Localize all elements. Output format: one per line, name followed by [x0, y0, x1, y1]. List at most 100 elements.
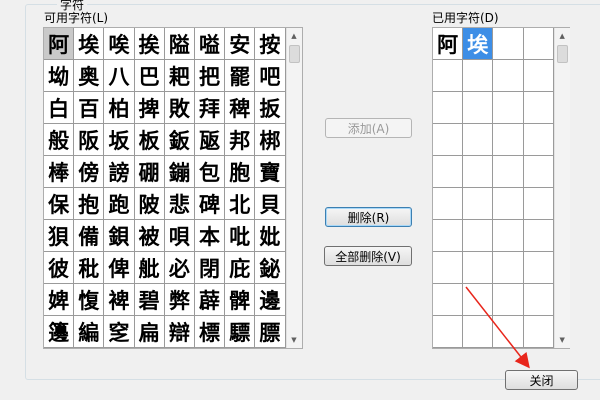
used-char-cell[interactable]: [493, 60, 524, 92]
available-char-cell[interactable]: 彼: [44, 252, 75, 284]
used-char-cell[interactable]: [493, 92, 524, 124]
used-scrollbar[interactable]: ▲ ▼: [553, 28, 570, 348]
used-char-cell[interactable]: [433, 92, 464, 124]
used-char-cell[interactable]: [433, 220, 464, 252]
available-char-cell[interactable]: 陂: [134, 188, 165, 220]
available-char-cell[interactable]: 寶: [255, 156, 286, 188]
delete-button[interactable]: 删除(R): [325, 207, 412, 227]
available-char-cell[interactable]: 必: [164, 252, 195, 284]
available-char-cell[interactable]: 抱: [74, 188, 105, 220]
used-char-cell[interactable]: [433, 60, 464, 92]
available-char-cell[interactable]: 窆: [104, 316, 135, 348]
used-char-cell[interactable]: [433, 316, 464, 348]
scroll-up-arrow-icon[interactable]: ▲: [555, 28, 570, 44]
available-chars-grid[interactable]: 阿埃唉挨隘嗌安按坳奥八巴耙把罷吧白百柏捭敗拜稗扳般阪坂板鈑瓪邦梆棒傍謗硼鏰包胞寶…: [43, 27, 303, 349]
used-char-cell[interactable]: [523, 284, 554, 316]
available-char-cell[interactable]: 妣: [255, 220, 286, 252]
used-char-cell[interactable]: [523, 60, 554, 92]
available-char-cell[interactable]: 胞: [225, 156, 256, 188]
available-char-cell[interactable]: 耙: [164, 60, 195, 92]
available-char-cell[interactable]: 百: [74, 92, 105, 124]
used-char-cell[interactable]: [433, 284, 464, 316]
available-char-cell[interactable]: 扁: [134, 316, 165, 348]
available-char-cell[interactable]: 巴: [134, 60, 165, 92]
used-char-cell[interactable]: [493, 156, 524, 188]
used-chars-grid[interactable]: 阿埃 ▲ ▼: [432, 27, 570, 349]
available-char-cell[interactable]: 硼: [134, 156, 165, 188]
available-char-cell[interactable]: 板: [134, 124, 165, 156]
used-char-cell[interactable]: [463, 188, 494, 220]
used-char-cell[interactable]: [493, 284, 524, 316]
scroll-thumb[interactable]: [288, 45, 300, 63]
available-char-cell[interactable]: 被: [134, 220, 165, 252]
available-char-cell[interactable]: 白: [44, 92, 75, 124]
used-char-cell[interactable]: [463, 124, 494, 156]
available-char-cell[interactable]: 阪: [74, 124, 105, 156]
available-char-cell[interactable]: 挨: [134, 28, 165, 60]
available-char-cell[interactable]: 邦: [225, 124, 256, 156]
available-char-cell[interactable]: 阿: [44, 28, 75, 60]
used-char-cell[interactable]: [493, 188, 524, 220]
available-char-cell[interactable]: 把: [194, 60, 226, 92]
available-char-cell[interactable]: 驃: [225, 316, 256, 348]
used-char-cell[interactable]: [433, 156, 464, 188]
available-char-cell[interactable]: 鉍: [255, 252, 286, 284]
available-char-cell[interactable]: 敗: [164, 92, 195, 124]
used-char-cell[interactable]: [463, 92, 494, 124]
available-char-cell[interactable]: 吧: [255, 60, 286, 92]
used-char-cell[interactable]: [493, 220, 524, 252]
used-char-cell[interactable]: [433, 252, 464, 284]
available-char-cell[interactable]: 棒: [44, 156, 75, 188]
used-char-cell[interactable]: [493, 316, 524, 348]
used-char-cell[interactable]: [493, 252, 524, 284]
available-char-cell[interactable]: 髀: [225, 284, 256, 316]
available-char-cell[interactable]: 本: [194, 220, 226, 252]
available-char-cell[interactable]: 吡: [225, 220, 256, 252]
available-char-cell[interactable]: 埃: [74, 28, 105, 60]
used-char-cell[interactable]: [463, 220, 494, 252]
used-char-cell[interactable]: [523, 316, 554, 348]
used-char-cell[interactable]: [463, 284, 494, 316]
available-char-cell[interactable]: 傍: [74, 156, 105, 188]
available-char-cell[interactable]: 瓪: [194, 124, 226, 156]
available-char-cell[interactable]: 嗌: [194, 28, 226, 60]
available-char-cell[interactable]: 唄: [164, 220, 195, 252]
available-char-cell[interactable]: 安: [225, 28, 256, 60]
available-char-cell[interactable]: 按: [255, 28, 286, 60]
available-char-cell[interactable]: 貝: [255, 188, 286, 220]
used-char-cell[interactable]: [523, 124, 554, 156]
close-button[interactable]: 关闭: [505, 370, 578, 390]
available-char-cell[interactable]: 薜: [194, 284, 226, 316]
available-char-cell[interactable]: 庇: [225, 252, 256, 284]
used-char-cell[interactable]: [523, 220, 554, 252]
used-char-cell[interactable]: [523, 252, 554, 284]
used-char-cell[interactable]: 埃: [463, 28, 494, 60]
used-char-cell[interactable]: [463, 60, 494, 92]
available-char-cell[interactable]: 罷: [225, 60, 256, 92]
used-char-cell[interactable]: [463, 316, 494, 348]
available-char-cell[interactable]: 標: [194, 316, 226, 348]
available-char-cell[interactable]: 梆: [255, 124, 286, 156]
available-char-cell[interactable]: 編: [74, 316, 105, 348]
available-char-cell[interactable]: 邊: [255, 284, 286, 316]
available-char-cell[interactable]: 謗: [104, 156, 135, 188]
used-char-cell[interactable]: [493, 124, 524, 156]
available-char-cell[interactable]: 唉: [104, 28, 135, 60]
available-char-cell[interactable]: 碑: [194, 188, 226, 220]
available-char-cell[interactable]: 北: [225, 188, 256, 220]
available-char-cell[interactable]: 婢: [44, 284, 75, 316]
available-char-cell[interactable]: 備: [74, 220, 105, 252]
available-char-cell[interactable]: 奥: [74, 60, 105, 92]
available-char-cell[interactable]: 閉: [194, 252, 226, 284]
available-char-cell[interactable]: 愎: [74, 284, 105, 316]
used-char-cell[interactable]: [463, 252, 494, 284]
scroll-up-arrow-icon[interactable]: ▲: [287, 28, 302, 44]
available-char-cell[interactable]: 狽: [44, 220, 75, 252]
available-char-cell[interactable]: 鏰: [164, 156, 195, 188]
available-char-cell[interactable]: 柏: [104, 92, 135, 124]
available-char-cell[interactable]: 隘: [164, 28, 195, 60]
used-char-cell[interactable]: [433, 124, 464, 156]
available-char-cell[interactable]: 般: [44, 124, 75, 156]
available-scrollbar[interactable]: ▲ ▼: [285, 28, 302, 348]
available-char-cell[interactable]: 跑: [104, 188, 135, 220]
